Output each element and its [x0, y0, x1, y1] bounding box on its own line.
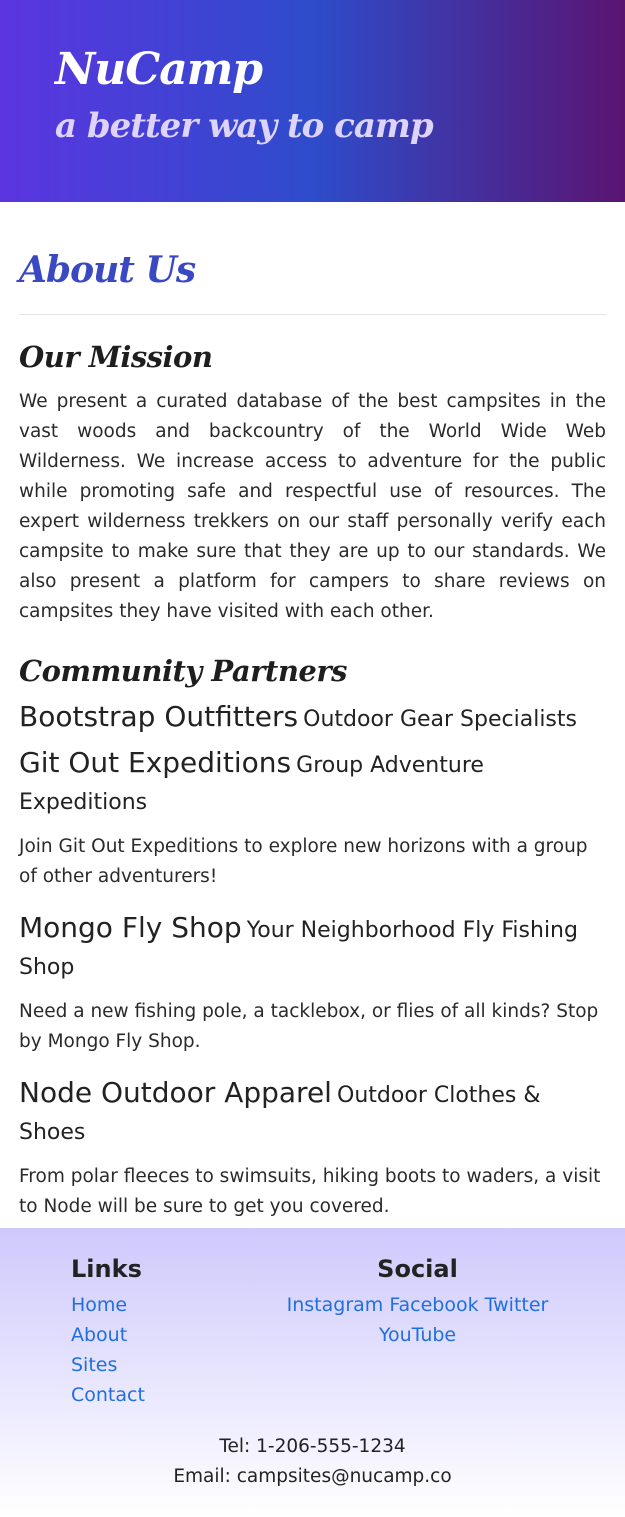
partner-description: Join Git Out Expeditions to explore new …	[19, 836, 588, 887]
footer-link-contact[interactable]: Contact	[71, 1380, 145, 1410]
instagram-link[interactable]: Instagram	[287, 1294, 384, 1316]
partner-name: Node Outdoor Apparel	[19, 1076, 332, 1109]
main-content: About Us Our Mission We present a curate…	[0, 202, 625, 1222]
footer-social: Social Instagram Facebook Twitter YouTub…	[250, 1252, 585, 1350]
facebook-link[interactable]: Facebook	[389, 1294, 478, 1316]
partner-name: Mongo Fly Shop	[19, 911, 242, 944]
twitter-link[interactable]: Twitter	[485, 1294, 549, 1316]
site-footer: Links Home About Sites Contact Social In…	[0, 1228, 625, 1517]
footer-links: Links Home About Sites Contact	[71, 1252, 145, 1410]
youtube-link[interactable]: YouTube	[379, 1324, 456, 1346]
footer-link-about[interactable]: About	[71, 1320, 145, 1350]
site-header: NuCamp a better way to camp	[0, 0, 625, 202]
links-heading: Links	[71, 1255, 142, 1283]
partner-item: Bootstrap Outfitters Outdoor Gear Specia…	[19, 699, 606, 739]
footer-link-sites[interactable]: Sites	[71, 1350, 145, 1380]
title-divider	[19, 314, 606, 315]
partner-feature: Outdoor Gear Specialists	[303, 707, 577, 732]
brand-tagline: a better way to camp	[55, 106, 434, 146]
partner-item: Mongo Fly Shop Your Neighborhood Fly Fis…	[19, 910, 606, 1057]
mission-title: Our Mission	[19, 340, 213, 374]
partner-description: Need a new fishing pole, a tacklebox, or…	[19, 1001, 599, 1052]
partner-name: Git Out Expeditions	[19, 746, 292, 779]
page-title: About Us	[19, 249, 196, 291]
contact-phone[interactable]: Tel: 1-206-555-1234	[0, 1432, 625, 1462]
contact-info: Tel: 1-206-555-1234 Email: campsites@nuc…	[0, 1432, 625, 1492]
social-heading: Social	[377, 1255, 458, 1283]
partner-item: Git Out Expeditions Group Adventure Expe…	[19, 745, 606, 892]
footer-link-home[interactable]: Home	[71, 1290, 145, 1320]
partner-name: Bootstrap Outfitters	[19, 700, 299, 733]
brand-title[interactable]: NuCamp	[55, 42, 625, 98]
mission-text: We present a curated database of the bes…	[19, 391, 606, 622]
contact-email[interactable]: Email: campsites@nucamp.co	[0, 1462, 625, 1492]
partner-item: Node Outdoor Apparel Outdoor Clothes & S…	[19, 1075, 606, 1222]
partner-description: From polar fleeces to swimsuits, hiking …	[19, 1166, 601, 1217]
partners-title: Community Partners	[19, 654, 347, 688]
